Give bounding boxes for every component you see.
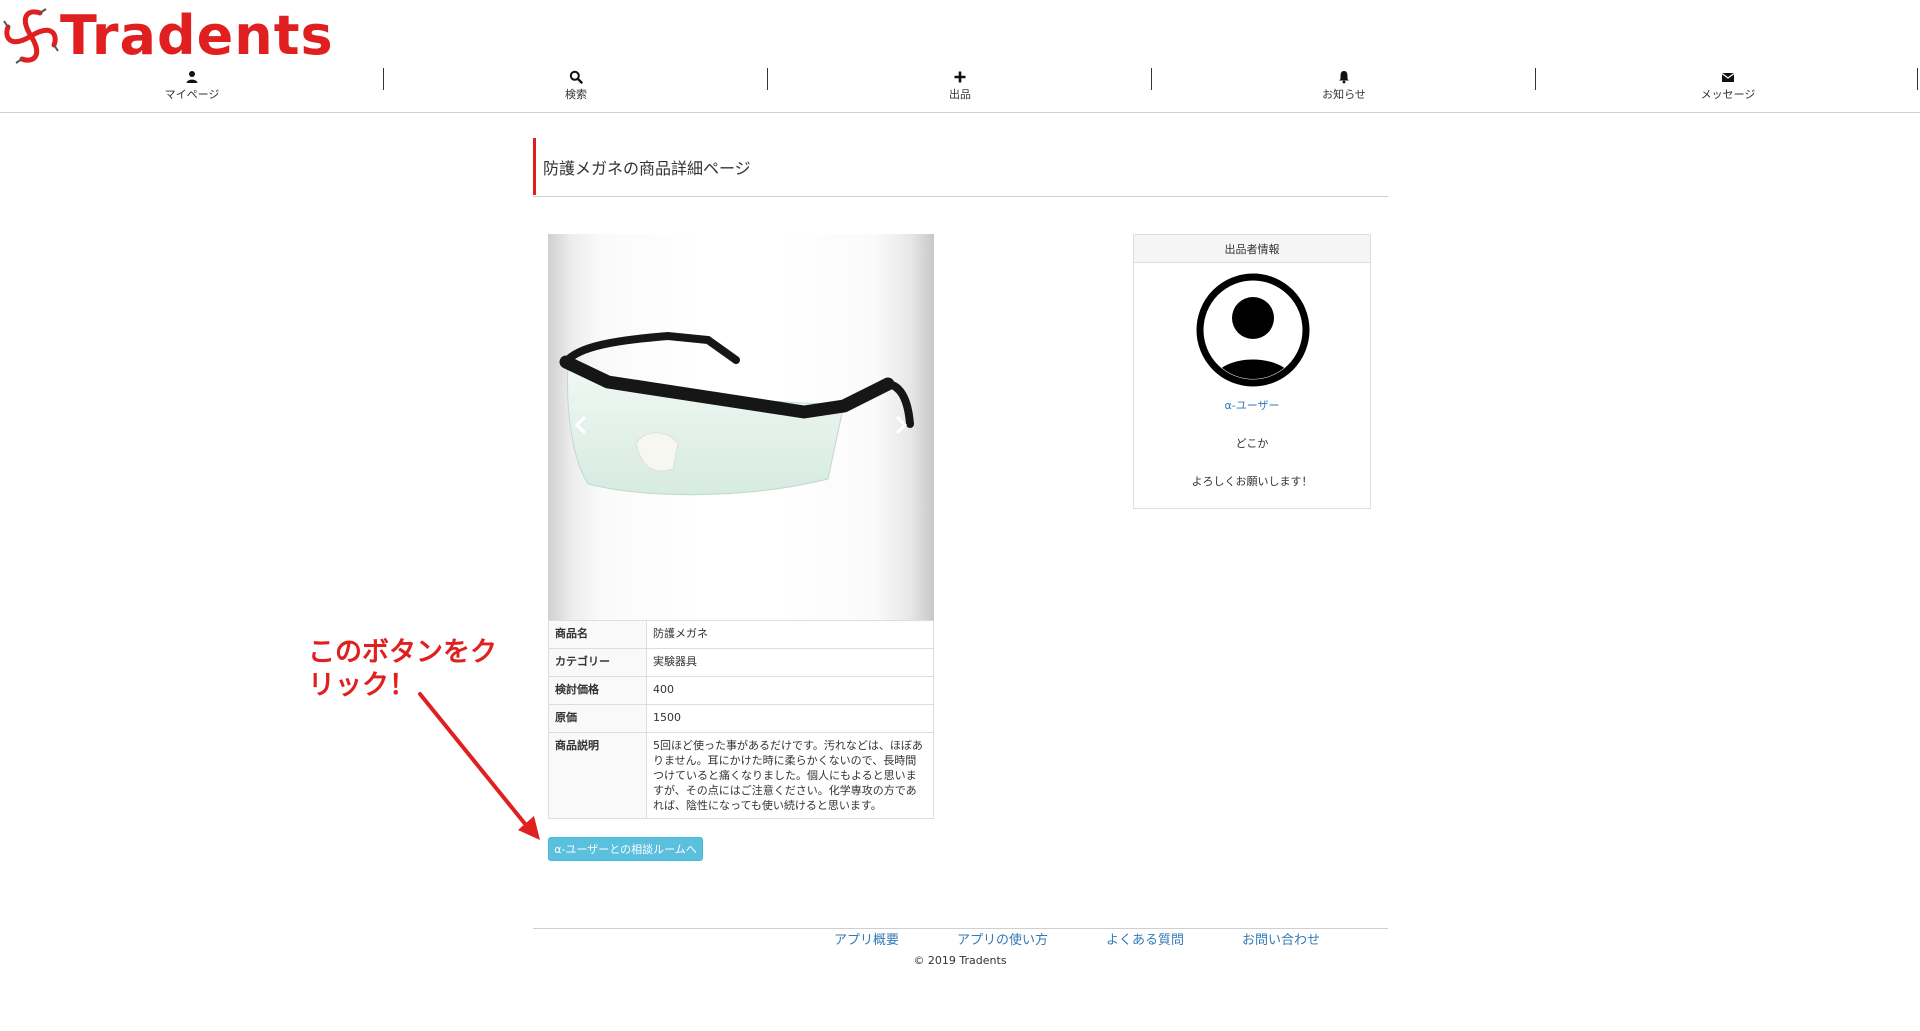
- nav-item-mypage[interactable]: マイページ: [0, 64, 384, 112]
- annotation-arrow-icon: [418, 692, 540, 840]
- row-key: 商品名: [548, 620, 647, 649]
- row-key: 原価: [548, 704, 647, 733]
- nav-item-search[interactable]: 検索: [383, 64, 768, 112]
- seller-message: よろしくお願いします！: [1191, 475, 1313, 488]
- row-value: 防護メガネ: [646, 620, 934, 649]
- brand-logo[interactable]: Tradents: [0, 8, 334, 64]
- nav-item-messages[interactable]: メッセージ: [1535, 64, 1920, 112]
- annotation-line: このボタンをク: [308, 637, 497, 668]
- chevron-left-icon: [574, 415, 587, 435]
- row-key: 商品説明: [548, 732, 647, 819]
- page-title-block: 防護メガネの商品詳細ページ: [533, 138, 1388, 197]
- seller-info-panel: 出品者情報 α-ユーザー どこか よろしくお願いします！: [1133, 234, 1371, 509]
- user-icon: [186, 71, 198, 83]
- title-accent-bar: [533, 138, 536, 195]
- row-value: 実験器具: [646, 648, 934, 677]
- copyright: © 2019 Tradents: [913, 954, 1007, 967]
- row-key: カテゴリー: [548, 648, 647, 677]
- table-row: 検討価格 400: [548, 676, 934, 705]
- carousel-prev-button[interactable]: [568, 412, 594, 438]
- main-nav: マイページ 検索 出品 お知らせ メッセージ: [0, 64, 1920, 113]
- table-row: 商品説明 5回ほど使った事があるだけです。汚れなどは、ほぼありません。耳にかけた…: [548, 732, 934, 819]
- nav-item-sell[interactable]: 出品: [767, 64, 1152, 112]
- product-image-carousel[interactable]: [548, 234, 934, 620]
- chevron-right-icon: [895, 415, 908, 435]
- nav-label: お知らせ: [1322, 88, 1366, 101]
- nav-item-notifications[interactable]: お知らせ: [1151, 64, 1536, 112]
- safety-glasses-image: [559, 331, 914, 496]
- footer-links: アプリ概要 アプリの使い方 よくある質問 お問い合わせ: [805, 929, 1349, 948]
- row-key: 検討価格: [548, 676, 647, 705]
- footer-link-contact[interactable]: お問い合わせ: [1242, 929, 1320, 948]
- page-title: 防護メガネの商品詳細ページ: [543, 159, 751, 178]
- footer-link-about[interactable]: アプリ概要: [834, 929, 899, 948]
- envelope-icon: [1721, 73, 1735, 82]
- brand-name: Tradents: [60, 4, 334, 67]
- product-description: 5回ほど使った事があるだけです。汚れなどは、ほぼありません。耳にかけた時に柔らか…: [646, 732, 934, 819]
- consult-room-button[interactable]: α-ユーザーとの相談ルームへ: [548, 837, 703, 861]
- table-row: 原価 1500: [548, 704, 934, 733]
- nav-label: マイページ: [164, 88, 220, 101]
- nav-label: メッセージ: [1700, 88, 1756, 101]
- footer-link-faq[interactable]: よくある質問: [1106, 929, 1184, 948]
- avatar-icon[interactable]: [1196, 273, 1310, 387]
- table-row: カテゴリー 実験器具: [548, 648, 934, 677]
- brand-swirl-icon: [3, 8, 59, 64]
- row-value: 1500: [646, 704, 934, 733]
- row-value: 400: [646, 676, 934, 705]
- carousel-next-button[interactable]: [888, 412, 914, 438]
- nav-label: 検索: [565, 88, 587, 101]
- bell-icon: [1339, 71, 1349, 84]
- footer-link-howto[interactable]: アプリの使い方: [957, 929, 1048, 948]
- plus-icon: [954, 71, 966, 83]
- seller-panel-header: 出品者情報: [1134, 235, 1370, 263]
- seller-location: どこか: [1235, 437, 1269, 450]
- product-details-table: 商品名 防護メガネ カテゴリー 実験器具 検討価格 400 原価 1500 商品…: [548, 620, 934, 819]
- search-icon: [569, 70, 583, 84]
- seller-name-link[interactable]: α-ユーザー: [1134, 397, 1370, 413]
- table-row: 商品名 防護メガネ: [548, 620, 934, 649]
- nav-label: 出品: [949, 88, 971, 101]
